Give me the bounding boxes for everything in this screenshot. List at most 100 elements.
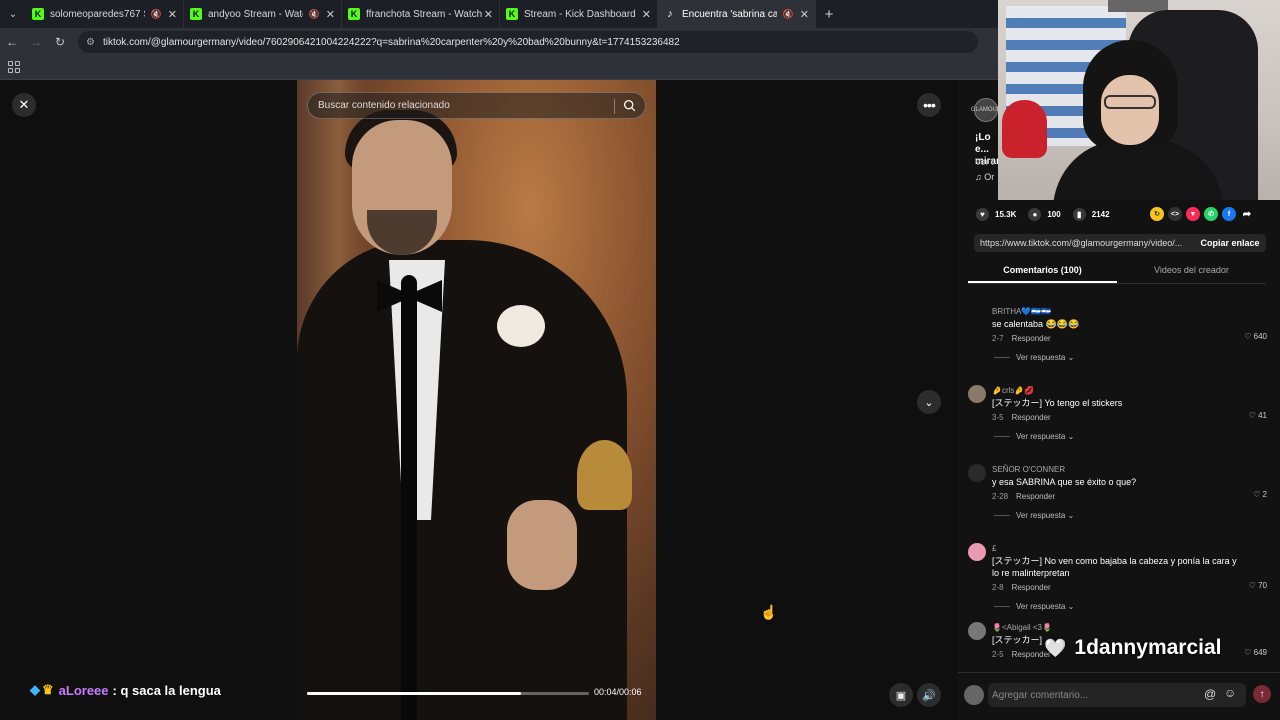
next-video-chevron-icon[interactable]: ⌄	[917, 390, 941, 414]
mention-at-icon[interactable]: @	[1204, 687, 1216, 701]
close-tab-icon[interactable]: ✕	[642, 8, 651, 21]
kick-icon: K	[348, 8, 360, 20]
view-replies-button[interactable]: Ver respuesta ⌄	[994, 432, 1074, 441]
close-tab-icon[interactable]: ✕	[168, 8, 177, 21]
comment-likes[interactable]: ♡ 649	[1244, 648, 1267, 657]
video-progress-fill	[307, 692, 522, 695]
comment-icon[interactable]: ●	[1028, 207, 1042, 221]
commenter-name[interactable]: 🌷<Abigail <3🌷	[992, 623, 1052, 632]
creator-avatar[interactable]: GLAMOUR	[971, 98, 1001, 122]
trophy	[577, 440, 632, 510]
view-replies-button[interactable]: Ver respuesta ⌄	[994, 602, 1074, 611]
reload-icon[interactable]: ↻	[48, 35, 72, 49]
close-video-button[interactable]: ✕	[12, 93, 36, 117]
tab-muted-icon[interactable]: 🔇	[309, 9, 320, 20]
related-search-input[interactable]: Buscar contenido relacionado	[307, 92, 646, 119]
microphone-stand	[401, 275, 417, 720]
whatsapp-icon[interactable]: ✆	[1204, 207, 1218, 221]
tab-creator-videos[interactable]: Videos del creador	[1117, 258, 1266, 283]
like-heart-icon[interactable]: ♥	[976, 207, 989, 221]
streamer-webcam	[998, 0, 1280, 200]
site-settings-icon[interactable]: ⚙	[86, 37, 95, 48]
floating-player-icon[interactable]: ▣	[889, 683, 913, 707]
comment-count: 100	[1047, 209, 1061, 219]
tab-comments[interactable]: Comentarios (100)	[968, 258, 1117, 283]
close-tab-icon[interactable]: ✕	[326, 8, 335, 21]
see-more-link[interactable]: Ver t	[975, 157, 994, 167]
url-text: tiktok.com/@glamourgermany/video/7602906…	[102, 36, 680, 48]
more-options-icon[interactable]: •••	[917, 93, 941, 117]
commenter-name[interactable]: BRITHA💙🇳🇮🇸🇻	[992, 307, 1051, 316]
commenter-avatar[interactable]	[968, 464, 986, 482]
comment-likes[interactable]: ♡ 41	[1249, 411, 1267, 420]
tiktok-icon: ♪	[667, 8, 673, 20]
browser-tab[interactable]: Ksolomeoparedes767 Stream 🔇 ✕	[26, 0, 184, 28]
send-to-friends-icon[interactable]: ▼	[1186, 207, 1200, 221]
url-field[interactable]: ⚙ tiktok.com/@glamourgermany/video/76029…	[78, 31, 978, 53]
video-progress-bar[interactable]	[307, 692, 589, 695]
comment-likes[interactable]: ♡ 70	[1249, 581, 1267, 590]
save-count: 2142	[1091, 209, 1110, 219]
tab-title: andyoo Stream - Watch Live	[208, 8, 303, 20]
back-arrow-icon[interactable]: ←	[0, 35, 24, 49]
reply-button[interactable]: Responder	[1012, 413, 1051, 422]
music-label[interactable]: ♫ Or	[975, 172, 994, 182]
embed-code-icon[interactable]: <>	[1168, 207, 1182, 221]
reply-button[interactable]: Responder	[1012, 334, 1051, 343]
comment-date: 3-5	[992, 413, 1004, 422]
video-link-text: https://www.tiktok.com/@glamourgermany/v…	[980, 238, 1183, 248]
send-comment-icon[interactable]: ↑	[1253, 685, 1271, 703]
view-replies-button[interactable]: Ver respuesta ⌄	[994, 353, 1074, 362]
copy-link-button[interactable]: Copiar enlace	[1194, 238, 1266, 248]
search-icon[interactable]	[623, 99, 636, 112]
tab-muted-icon[interactable]: 🔇	[783, 9, 794, 20]
view-replies-button[interactable]: Ver respuesta ⌄	[994, 511, 1074, 520]
new-tab-button[interactable]: +	[816, 6, 842, 23]
like-count: 15.3K	[995, 209, 1017, 219]
comment-item: BRITHA💙🇳🇮🇸🇻 se calentaba 😂😂😂 2-7 Responder ♡…	[968, 300, 1273, 379]
panel-tabs: Comentarios (100) Videos del creador	[968, 258, 1266, 284]
stream-chat-message: ◆ ♛ aLoreee : q saca la lengua	[30, 682, 221, 698]
commenter-avatar[interactable]	[968, 306, 986, 324]
comment-likes[interactable]: ♡ 640	[1244, 332, 1267, 341]
tab-title: Stream - Kick Dashboard	[524, 8, 636, 20]
commenter-name[interactable]: £	[992, 544, 996, 553]
reply-button[interactable]: Responder	[1016, 492, 1055, 501]
commenter-avatar[interactable]	[968, 622, 986, 640]
video-link-box: https://www.tiktok.com/@glamourgermany/v…	[974, 234, 1266, 252]
comment-text: [ステッカー] No ven como bajaba la cabeza y p…	[992, 556, 1237, 578]
volume-icon[interactable]: 🔊	[917, 683, 941, 707]
tab-title: Encuentra 'sabrina carpenter	[682, 8, 777, 20]
browser-tab[interactable]: K Stream - Kick Dashboard ✕	[500, 0, 658, 28]
apps-grid-icon[interactable]	[8, 61, 20, 73]
commenter-avatar[interactable]	[968, 543, 986, 561]
browser-tab[interactable]: Kandyoo Stream - Watch Live 🔇 ✕	[184, 0, 342, 28]
tab-muted-icon[interactable]: 🔇	[151, 9, 162, 20]
facebook-icon[interactable]: f	[1222, 207, 1236, 221]
tab-search-chevron-icon[interactable]: ⌄	[0, 0, 26, 28]
forward-arrow-icon[interactable]: →	[24, 35, 48, 49]
share-icons: ↻ <> ▼ ✆ f ➦	[1150, 207, 1254, 221]
bookmark-icon[interactable]: ▮	[1072, 207, 1086, 221]
browser-tab[interactable]: ♪ Encuentra 'sabrina carpenter 🔇 ✕	[658, 0, 816, 28]
comment-date: 2-7	[992, 334, 1004, 343]
comment-likes[interactable]: ♡ 2	[1253, 490, 1267, 499]
video-player[interactable]: Buscar contenido relacionado 00:04/00:06	[297, 80, 656, 720]
commenter-name[interactable]: SEÑOR O'CONNER	[992, 465, 1065, 474]
reply-button[interactable]: Responder	[1012, 583, 1051, 592]
close-tab-icon[interactable]: ✕	[800, 8, 809, 21]
comment-text: [ステッカー] Yo tengo el stickers	[992, 398, 1123, 408]
close-tab-icon[interactable]: ✕	[484, 8, 493, 21]
emoji-icon[interactable]: ☺	[1224, 686, 1236, 700]
video-time: 00:04/00:06	[594, 687, 642, 697]
my-avatar	[964, 685, 984, 705]
repost-icon[interactable]: ↻	[1150, 207, 1164, 221]
commenter-name[interactable]: 🤌crls🤌💋	[992, 386, 1034, 395]
related-search-placeholder: Buscar contenido relacionado	[318, 100, 450, 111]
comment-date: 2-28	[992, 492, 1009, 501]
browser-tab[interactable]: Kffranchota Stream - Watch Live✕	[342, 0, 500, 28]
commenter-avatar[interactable]	[968, 385, 986, 403]
mouse-cursor-icon: ☝	[760, 604, 778, 620]
share-arrow-icon[interactable]: ➦	[1240, 207, 1254, 221]
comment-date: 2-8	[992, 583, 1004, 592]
